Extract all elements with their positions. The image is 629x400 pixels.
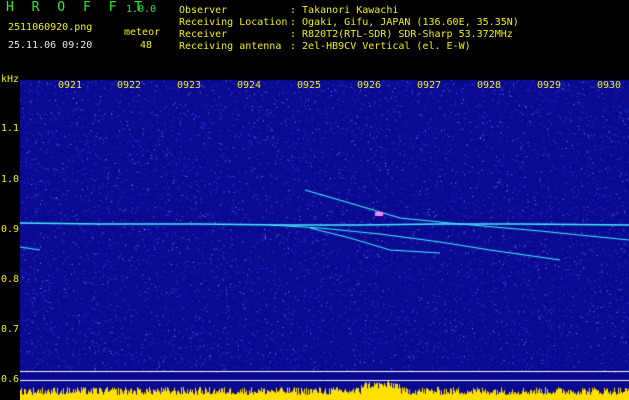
y-tick-label: 0.9 — [1, 224, 20, 235]
spectrogram-canvas — [20, 78, 629, 400]
y-axis-unit: kHz — [1, 74, 20, 85]
observer-value: : Takanori Kawachi — [290, 5, 399, 16]
antenna-label: Receiving antenna — [179, 41, 282, 52]
event-type-label: meteor — [124, 27, 161, 38]
antenna-value: : 2el-HB9CV Vertical (el. E-W) — [290, 41, 471, 52]
y-tick-label: 1.0 — [1, 174, 20, 185]
time-tick-label: 0926 — [357, 80, 382, 91]
time-tick-label: 0927 — [417, 80, 442, 91]
y-tick-label: 1.1 — [1, 123, 20, 134]
time-tick-label: 0923 — [177, 80, 202, 91]
receiver-label: Receiver — [179, 29, 228, 40]
time-tick-label: 0928 — [477, 80, 502, 91]
location-label: Receiving Location — [179, 17, 288, 28]
time-tick-label: 0930 — [597, 80, 622, 91]
receiver-value: : R820T2(RTL-SDR) SDR-Sharp 53.372MHz — [290, 29, 513, 40]
app-version: 1.0.0 — [126, 4, 157, 15]
y-tick-label: 0.8 — [1, 274, 20, 285]
time-tick-label: 0922 — [117, 80, 142, 91]
y-tick-label: 0.6 — [1, 374, 20, 385]
y-tick-label: 0.7 — [1, 324, 20, 335]
filename-label: 2511060920.png — [8, 22, 93, 33]
time-tick-label: 0924 — [237, 80, 262, 91]
time-tick-label: 0929 — [537, 80, 562, 91]
meteor-count: 48 — [140, 40, 153, 51]
time-tick-label: 0921 — [58, 80, 83, 91]
location-value: : Ogaki, Gifu, JAPAN (136.60E, 35.35N) — [290, 17, 519, 28]
datetime-label: 25.11.06 09:20 — [8, 40, 93, 51]
time-tick-label: 0925 — [297, 80, 322, 91]
observer-label: Observer — [179, 5, 228, 16]
